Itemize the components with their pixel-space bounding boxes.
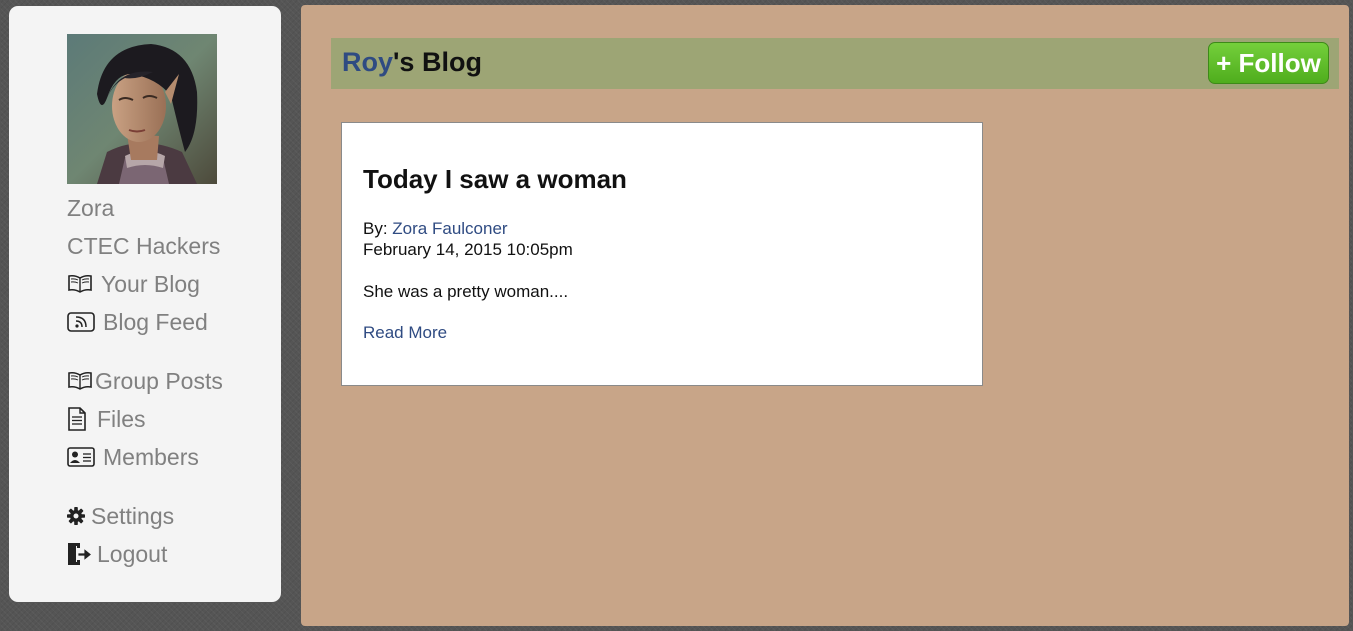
nav-members-label: Members — [103, 444, 199, 470]
post-by-prefix: By: — [363, 219, 393, 238]
user-name[interactable]: Zora — [67, 194, 114, 222]
nav-settings-label: Settings — [91, 503, 175, 529]
nav-your-blog-label: Your Blog — [101, 271, 200, 297]
main-content: Roy's Blog + Follow Today I saw a woman … — [301, 5, 1349, 626]
follow-button[interactable]: + Follow — [1208, 42, 1329, 84]
read-more-link[interactable]: Read More — [363, 322, 447, 343]
rss-icon — [67, 312, 95, 332]
post-card: Today I saw a woman By: Zora Faulconer F… — [341, 122, 983, 386]
page-title-suffix: 's Blog — [393, 47, 482, 77]
page-title: Roy's Blog — [342, 46, 482, 78]
post-title[interactable]: Today I saw a woman — [363, 163, 627, 195]
group-name[interactable]: CTEC Hackers — [67, 232, 220, 260]
post-date: February 14, 2015 10:05pm — [363, 240, 573, 259]
file-icon — [67, 407, 87, 431]
nav-your-blog[interactable]: Your Blog — [67, 269, 200, 299]
book-icon — [67, 274, 93, 294]
book-icon — [67, 371, 93, 391]
nav-files-label: Files — [97, 406, 146, 432]
logout-icon — [67, 542, 91, 566]
id-card-icon — [67, 447, 95, 467]
post-author-link[interactable]: Zora Faulconer — [392, 219, 507, 238]
blog-header: Roy's Blog + Follow — [331, 38, 1339, 89]
sidebar: Zora CTEC Hackers Your Blog Blog Feed Gr… — [9, 6, 281, 602]
nav-blog-feed-label: Blog Feed — [103, 309, 208, 335]
user-avatar[interactable] — [67, 34, 217, 184]
post-excerpt: She was a pretty woman.... — [363, 282, 569, 301]
nav-group-posts[interactable]: Group Posts — [67, 366, 223, 396]
nav-settings[interactable]: Settings — [67, 501, 174, 531]
nav-files[interactable]: Files — [67, 404, 146, 434]
nav-group-posts-label: Group Posts — [95, 368, 223, 394]
nav-logout[interactable]: Logout — [67, 539, 167, 569]
blog-owner-link[interactable]: Roy — [342, 47, 393, 77]
nav-blog-feed[interactable]: Blog Feed — [67, 307, 208, 337]
post-byline: By: Zora Faulconer — [363, 218, 573, 239]
nav-members[interactable]: Members — [67, 442, 199, 472]
nav-logout-label: Logout — [97, 541, 168, 567]
gear-icon — [67, 507, 85, 525]
post-meta: By: Zora Faulconer February 14, 2015 10:… — [363, 218, 573, 260]
